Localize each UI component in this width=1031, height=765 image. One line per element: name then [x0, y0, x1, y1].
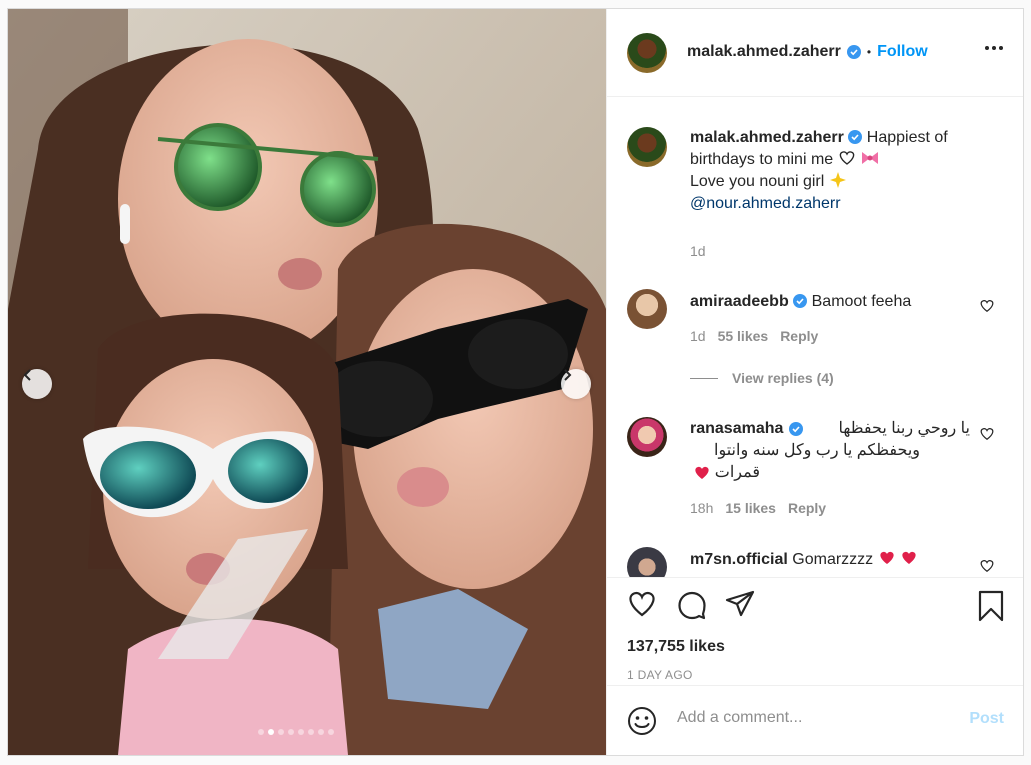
- photo-dot: [258, 729, 264, 735]
- avatar[interactable]: [627, 289, 667, 329]
- previous-photo-button[interactable]: [22, 369, 52, 399]
- verified-icon: [848, 130, 863, 144]
- red-heart-icon: [879, 551, 894, 564]
- post-photo[interactable]: [8, 9, 606, 755]
- separator-bullet: •: [866, 45, 872, 59]
- caption-mention-link[interactable]: @nour.ahmed.zaherr: [690, 195, 841, 212]
- comment-meta: 1d 55 likes Reply: [690, 328, 818, 344]
- post-comment-button[interactable]: Post: [969, 710, 1004, 728]
- comment-time: 1d: [690, 328, 706, 344]
- comment-text: m7sn.official Gomarzzzz: [690, 549, 918, 571]
- avatar[interactable]: [627, 127, 667, 167]
- comment-username[interactable]: m7sn.official: [690, 551, 788, 568]
- caption-line-3: Love you nouni girl: [690, 173, 825, 190]
- avatar[interactable]: [627, 33, 667, 73]
- heart-icon[interactable]: [979, 559, 995, 573]
- caption-username[interactable]: malak.ahmed.zaherr: [690, 129, 844, 146]
- comment-likes[interactable]: 15 likes: [725, 500, 776, 516]
- likes-count[interactable]: 137,755 likes: [627, 638, 725, 656]
- post-actions: 137,755 likes 1 DAY AGO: [607, 577, 1023, 685]
- view-replies-button[interactable]: View replies (4): [690, 370, 834, 386]
- comment-username[interactable]: amiraadeebb: [690, 293, 789, 310]
- divider: [690, 377, 718, 379]
- red-heart-icon: [695, 466, 709, 479]
- sparkles-icon: [829, 172, 846, 188]
- heart-icon[interactable]: [979, 299, 995, 313]
- chevron-right-icon: [564, 369, 572, 381]
- photo-dot: [318, 729, 324, 735]
- comment-text: amiraadeebb Bamoot feeha: [690, 291, 911, 313]
- red-heart-icon: [902, 551, 916, 564]
- post-timestamp: 1 DAY AGO: [627, 668, 693, 682]
- white-heart-icon: [839, 151, 854, 165]
- avatar[interactable]: [627, 547, 667, 577]
- photo-dot: [288, 729, 294, 735]
- follow-button[interactable]: Follow: [877, 43, 928, 61]
- post-username[interactable]: malak.ahmed.zaherr: [687, 43, 841, 61]
- comment-body-line-2: ويحفظكم يا رب وكل سنه وانتوا: [714, 442, 920, 459]
- avatar[interactable]: [627, 417, 667, 457]
- verified-icon: [789, 422, 804, 436]
- comments-list: malak.ahmed.zaherr Happiest of birthdays…: [607, 97, 1023, 577]
- photo-indicator-dots: [258, 729, 334, 735]
- verified-icon: [793, 294, 808, 308]
- chevron-left-icon: [23, 369, 31, 381]
- view-replies-label: View replies (4): [732, 370, 834, 386]
- photo-illustration: [8, 9, 606, 755]
- comment-body: Bamoot feeha: [811, 293, 912, 310]
- emoji-icon[interactable]: [627, 706, 657, 736]
- post-header: malak.ahmed.zaherr • Follow: [607, 9, 1023, 97]
- photo-dot: [268, 729, 274, 735]
- comment-text: ranasamaha يا روحي ربنا يحفظها ويحفظكم ي…: [690, 418, 970, 484]
- post-dialog: malak.ahmed.zaherr • Follow malak.ahmed.…: [7, 8, 1024, 756]
- bookmark-icon[interactable]: [977, 590, 1005, 622]
- caption-time: 1d: [690, 243, 706, 259]
- comment-likes[interactable]: 55 likes: [718, 328, 769, 344]
- heart-icon[interactable]: [979, 427, 995, 441]
- caption-line-1: Happiest of: [866, 129, 948, 146]
- like-heart-icon[interactable]: [627, 590, 657, 618]
- comment-body-line-1: يا روحي ربنا يحفظها: [838, 420, 970, 437]
- next-photo-button[interactable]: [561, 369, 591, 399]
- post-side-panel: malak.ahmed.zaherr • Follow malak.ahmed.…: [606, 9, 1023, 755]
- photo-dot: [328, 729, 334, 735]
- comment-body: Gomarzzzz: [792, 551, 874, 568]
- comment-input[interactable]: [675, 708, 949, 728]
- photo-dot: [278, 729, 284, 735]
- verified-icon: [846, 45, 861, 59]
- comment-body-line-3: قمرات: [714, 464, 760, 481]
- caption-text: malak.ahmed.zaherr Happiest of birthdays…: [690, 127, 990, 215]
- comment-time: 18h: [690, 500, 714, 516]
- reply-button[interactable]: Reply: [788, 500, 826, 516]
- more-options-icon[interactable]: [984, 45, 1004, 51]
- share-icon[interactable]: [725, 590, 755, 618]
- reply-button[interactable]: Reply: [780, 328, 818, 344]
- photo-dot: [308, 729, 314, 735]
- caption-line-2: birthdays to mini me: [690, 151, 834, 168]
- ribbon-icon: [862, 152, 879, 164]
- comment-username[interactable]: ranasamaha: [690, 418, 783, 440]
- comment-meta: 18h 15 likes Reply: [690, 500, 826, 516]
- add-comment-bar: Post: [607, 685, 1023, 755]
- comment-icon[interactable]: [677, 590, 707, 620]
- photo-dot: [298, 729, 304, 735]
